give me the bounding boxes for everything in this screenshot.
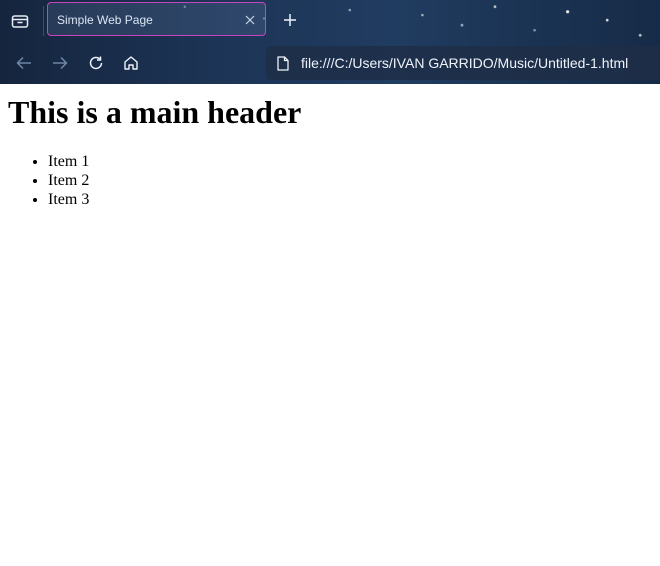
address-bar[interactable]: file:///C:/Users/IVAN GARRIDO/Music/Unti… bbox=[266, 46, 660, 80]
list-item: Item 2 bbox=[48, 171, 89, 190]
file-icon bbox=[275, 55, 291, 71]
page-content: This is a main header Item 1 Item 2 Item… bbox=[0, 84, 660, 566]
tab-title: Simple Web Page bbox=[57, 13, 153, 27]
navigation-toolbar: file:///C:/Users/IVAN GARRIDO/Music/Unti… bbox=[0, 42, 660, 84]
browser-chrome: Simple Web Page file:///C:/Users/IVAN GA… bbox=[0, 0, 660, 84]
close-icon[interactable] bbox=[242, 12, 258, 28]
reload-icon[interactable] bbox=[86, 53, 106, 73]
tab-strip: Simple Web Page bbox=[0, 0, 660, 42]
tab-separator bbox=[43, 6, 44, 36]
item-list: Item 1 Item 2 Item 3 bbox=[8, 152, 89, 209]
arrow-right-icon[interactable] bbox=[50, 53, 70, 73]
list-item: Item 3 bbox=[48, 190, 89, 209]
tab-simple-web-page[interactable]: Simple Web Page bbox=[47, 2, 266, 36]
home-icon[interactable] bbox=[121, 53, 141, 73]
arrow-left-icon[interactable] bbox=[14, 53, 34, 73]
main-header: This is a main header bbox=[8, 94, 302, 130]
plus-icon[interactable] bbox=[280, 10, 300, 30]
address-url[interactable]: file:///C:/Users/IVAN GARRIDO/Music/Unti… bbox=[301, 55, 628, 71]
tab-manager-icon[interactable] bbox=[8, 9, 32, 33]
list-item: Item 1 bbox=[48, 152, 89, 171]
